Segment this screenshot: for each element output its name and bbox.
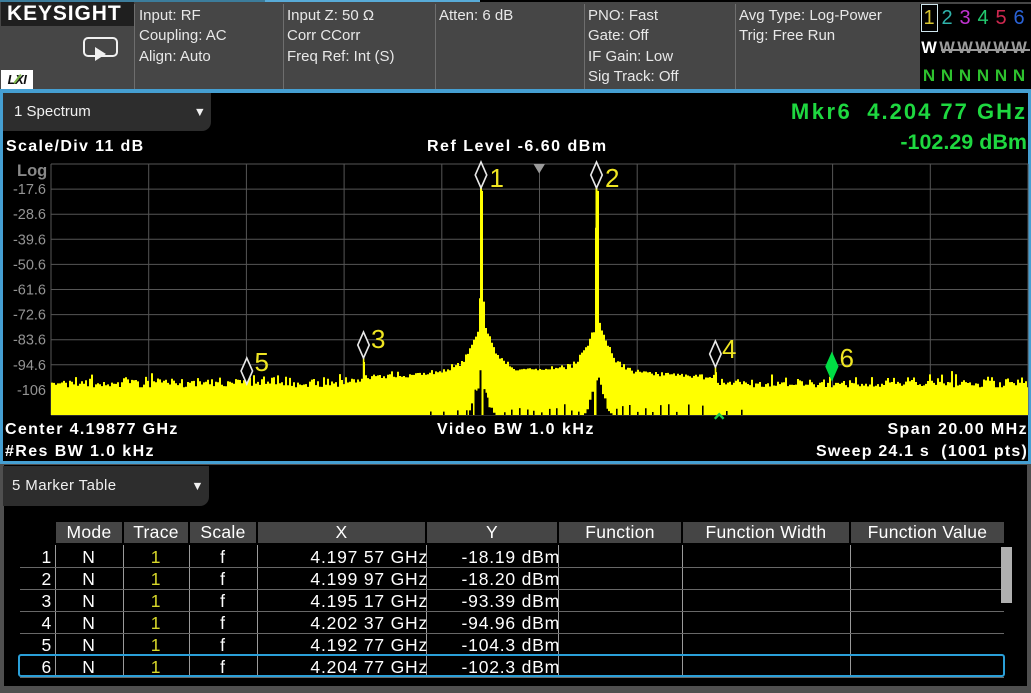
svg-text:-28.6: -28.6 [13, 207, 46, 223]
svg-text:2: 2 [605, 163, 619, 193]
svg-text:-17.6: -17.6 [13, 182, 46, 198]
svg-text:-94.6: -94.6 [13, 358, 46, 374]
svg-text:Log: Log [17, 162, 47, 180]
svg-text:1: 1 [490, 163, 504, 193]
svg-text:4: 4 [722, 334, 736, 364]
svg-text:6: 6 [840, 343, 854, 373]
svg-text:5: 5 [255, 347, 269, 377]
svg-text:-39.6: -39.6 [13, 232, 46, 248]
svg-text:-61.6: -61.6 [13, 283, 46, 299]
svg-text:-50.6: -50.6 [13, 257, 46, 273]
svg-text:-83.6: -83.6 [13, 333, 46, 349]
svg-text:-106: -106 [17, 383, 46, 399]
svg-text:3: 3 [371, 324, 385, 354]
svg-text:-72.6: -72.6 [13, 308, 46, 324]
